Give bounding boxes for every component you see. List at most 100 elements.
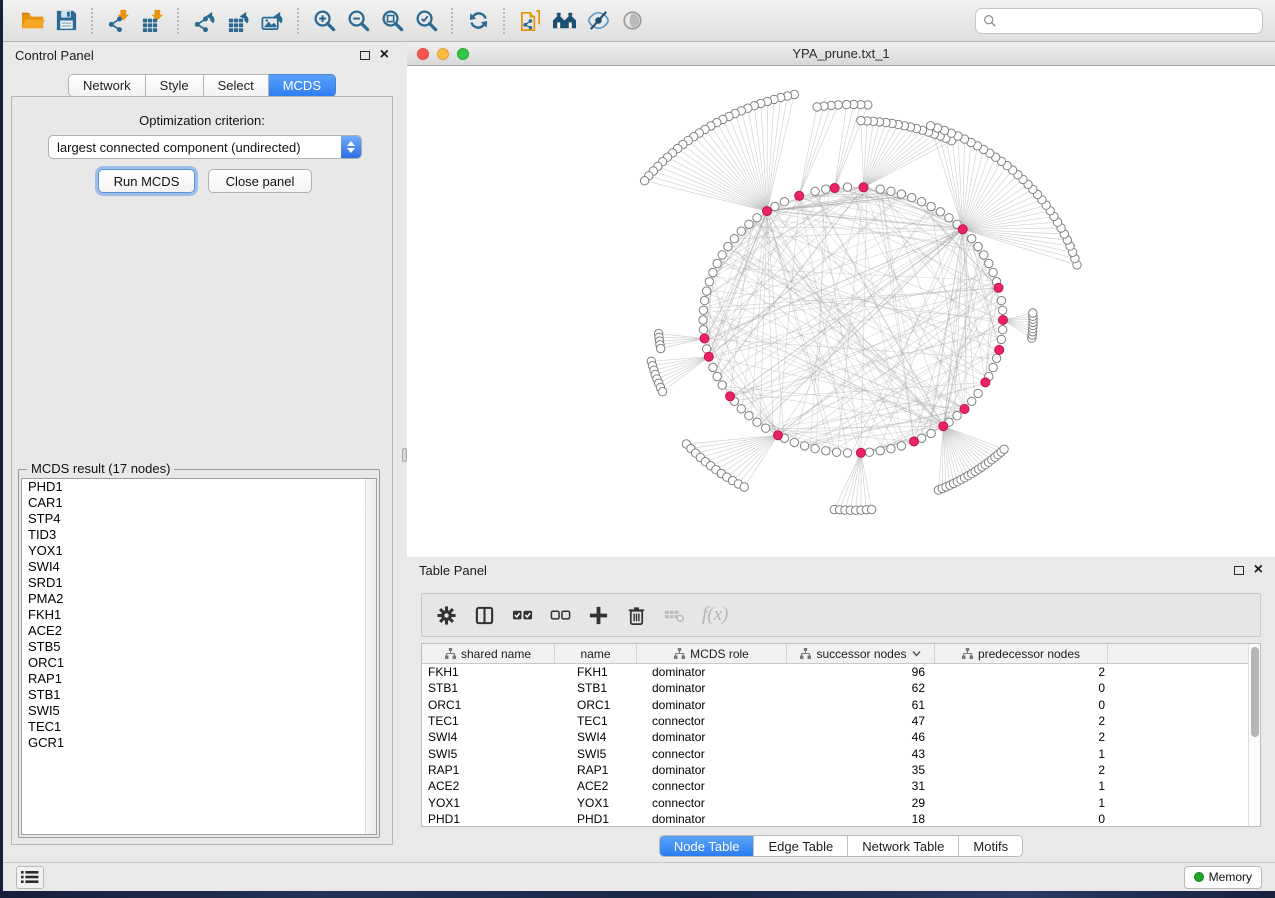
graph-node[interactable] <box>811 445 819 453</box>
graph-node-mcds[interactable] <box>774 431 783 440</box>
tab-network[interactable]: Network <box>68 74 146 97</box>
table-row[interactable]: YOX1YOX1connector291 <box>422 794 1260 810</box>
import-table-button[interactable] <box>135 5 169 37</box>
graph-node-mcds[interactable] <box>995 345 1004 354</box>
mcds-result-item[interactable]: PHD1 <box>22 479 376 495</box>
graph-node[interactable] <box>709 268 717 276</box>
table-row[interactable]: PHD1PHD1dominator180 <box>422 811 1260 826</box>
graph-node[interactable] <box>998 306 1006 314</box>
mcds-result-item[interactable]: CAR1 <box>22 495 376 511</box>
table-row[interactable]: ACE2ACE2connector311 <box>422 778 1260 794</box>
graph-node[interactable] <box>887 187 895 195</box>
mcds-result-item[interactable]: ORC1 <box>22 655 376 671</box>
graph-node[interactable] <box>843 449 851 457</box>
graph-node[interactable] <box>832 448 840 456</box>
graph-node-mcds[interactable] <box>859 183 868 192</box>
graph-node[interactable] <box>700 296 708 304</box>
graph-node[interactable] <box>702 287 710 295</box>
table-row[interactable]: STB1STB1dominator620 <box>422 680 1260 696</box>
table-settings-gear-button[interactable] <box>436 605 457 626</box>
graph-node[interactable] <box>724 242 732 250</box>
mcds-result-item[interactable]: GCR1 <box>22 735 376 751</box>
graph-node[interactable] <box>897 442 905 450</box>
graph-node-satellite[interactable] <box>926 122 934 130</box>
graph-node-mcds[interactable] <box>960 405 969 414</box>
zoom-fit-button[interactable] <box>375 5 409 37</box>
graph-node[interactable] <box>737 405 745 413</box>
toggle-graphics-details-button[interactable] <box>581 5 615 37</box>
tab-mcds[interactable]: MCDS <box>269 74 336 97</box>
deselect-all-columns-button[interactable] <box>550 605 571 626</box>
refresh-view-button[interactable] <box>461 5 495 37</box>
graph-node[interactable] <box>968 397 976 405</box>
graph-node[interactable] <box>997 335 1005 343</box>
graph-node[interactable] <box>762 424 770 432</box>
zoom-out-button[interactable] <box>341 5 375 37</box>
save-session-button[interactable] <box>49 5 83 37</box>
column-header-successor-nodes[interactable]: successor nodes <box>787 644 935 663</box>
graph-node[interactable] <box>998 326 1006 334</box>
graph-node-mcds[interactable] <box>795 191 804 200</box>
table-row[interactable]: RAP1RAP1dominator352 <box>422 762 1260 778</box>
graph-node[interactable] <box>811 187 819 195</box>
mcds-result-item[interactable]: STP4 <box>22 511 376 527</box>
column-header-MCDS-role[interactable]: MCDS role <box>637 644 787 663</box>
open-file-button[interactable] <box>15 5 49 37</box>
graph-node[interactable] <box>989 363 997 371</box>
mcds-result-item[interactable]: SWI4 <box>22 559 376 575</box>
column-header-name[interactable]: name <box>555 644 637 663</box>
graph-node[interactable] <box>718 381 726 389</box>
graph-node[interactable] <box>790 438 798 446</box>
mcds-list-scrollbar[interactable] <box>365 479 376 834</box>
table-tab-node-table[interactable]: Node Table <box>660 836 755 856</box>
table-tab-network-table[interactable]: Network Table <box>848 836 959 856</box>
graph-node-satellite[interactable] <box>842 100 850 108</box>
graph-node[interactable] <box>699 316 707 324</box>
table-tab-edge-table[interactable]: Edge Table <box>754 836 848 856</box>
table-tab-motifs[interactable]: Motifs <box>959 836 1022 856</box>
graph-node[interactable] <box>865 448 873 456</box>
graph-node[interactable] <box>927 202 935 210</box>
graph-node-satellite[interactable] <box>640 177 648 185</box>
mcds-result-item[interactable]: STB1 <box>22 687 376 703</box>
graph-node[interactable] <box>753 214 761 222</box>
select-all-columns-button[interactable] <box>512 605 533 626</box>
graph-node[interactable] <box>745 412 753 420</box>
graph-node[interactable] <box>709 363 717 371</box>
column-header-predecessor-nodes[interactable]: predecessor nodes <box>935 644 1108 663</box>
graph-node[interactable] <box>771 202 779 210</box>
ndex-home-button[interactable] <box>547 5 581 37</box>
graph-node-mcds[interactable] <box>704 352 713 361</box>
graph-node[interactable] <box>822 185 830 193</box>
task-history-button[interactable] <box>16 866 44 889</box>
splitter-grip[interactable] <box>402 448 407 462</box>
table-row[interactable]: SWI5SWI5connector431 <box>422 745 1260 761</box>
graph-node[interactable] <box>917 198 925 206</box>
table-scrollbar[interactable] <box>1248 644 1260 826</box>
graph-node-satellite[interactable] <box>857 116 865 124</box>
graph-node-satellite[interactable] <box>1000 445 1008 453</box>
share-network-button[interactable] <box>513 5 547 37</box>
graph-node[interactable] <box>822 447 830 455</box>
import-network-button[interactable] <box>101 5 135 37</box>
graph-node-satellite[interactable] <box>813 103 821 111</box>
graph-node[interactable] <box>737 227 745 235</box>
memory-button[interactable]: Memory <box>1184 866 1262 889</box>
create-column-button[interactable] <box>588 605 609 626</box>
search-field[interactable] <box>975 8 1263 34</box>
tab-style[interactable]: Style <box>146 74 204 97</box>
mcds-result-item[interactable]: YOX1 <box>22 543 376 559</box>
graph-node[interactable] <box>985 259 993 267</box>
graph-node[interactable] <box>780 198 788 206</box>
graph-node[interactable] <box>713 372 721 380</box>
search-input[interactable] <box>1002 13 1255 28</box>
graph-node-mcds[interactable] <box>830 184 839 193</box>
close-panel-button[interactable]: Close panel <box>208 169 312 193</box>
mcds-result-item[interactable]: ACE2 <box>22 623 376 639</box>
graph-node[interactable] <box>876 185 884 193</box>
graph-node[interactable] <box>800 442 808 450</box>
show-hide-eye-button[interactable] <box>615 5 649 37</box>
show-columns-button[interactable] <box>474 605 495 626</box>
graph-node-satellite[interactable] <box>868 505 876 513</box>
table-row[interactable]: ORC1ORC1dominator610 <box>422 697 1260 713</box>
